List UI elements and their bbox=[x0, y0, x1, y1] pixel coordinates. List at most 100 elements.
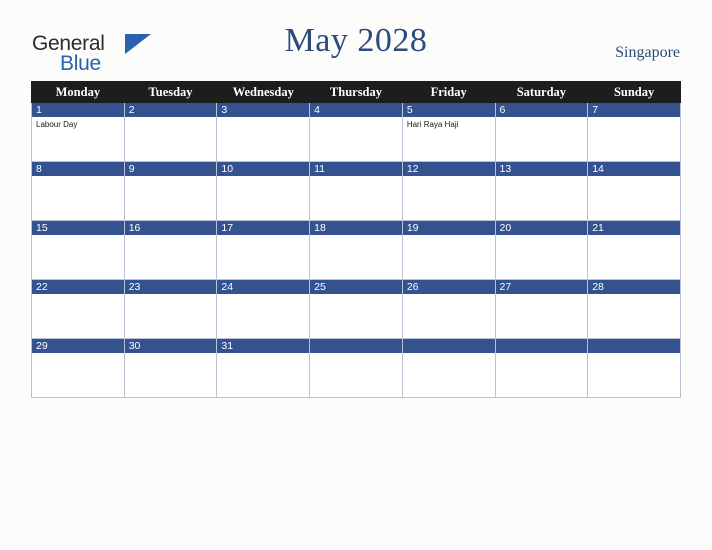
calendar-day-cell[interactable]: 1 Labour Day bbox=[31, 102, 125, 162]
day-event bbox=[310, 294, 402, 297]
day-number: 22 bbox=[32, 280, 124, 294]
weekday-header-saturday: Saturday bbox=[494, 81, 589, 103]
day-event bbox=[217, 117, 309, 120]
day-event bbox=[217, 294, 309, 297]
day-number: 3 bbox=[217, 103, 310, 117]
day-number: 24 bbox=[217, 280, 310, 294]
calendar-day-cell[interactable]: 16 bbox=[123, 220, 218, 280]
day-event bbox=[403, 176, 495, 179]
day-number: 4 bbox=[310, 103, 402, 117]
calendar-day-cell[interactable]: 8 bbox=[31, 161, 125, 221]
day-number: 11 bbox=[310, 162, 402, 176]
day-event bbox=[310, 117, 402, 120]
day-number bbox=[588, 339, 680, 353]
calendar-page: General Blue May 2028 Singapore Monday T… bbox=[0, 0, 712, 550]
calendar-day-cell[interactable]: 24 bbox=[216, 279, 311, 339]
calendar-table: Monday Tuesday Wednesday Thursday Friday… bbox=[31, 81, 681, 398]
calendar-day-cell[interactable]: 19 bbox=[401, 220, 496, 280]
day-number: 1 bbox=[32, 103, 124, 117]
calendar-day-cell[interactable]: 6 bbox=[494, 102, 589, 162]
day-event bbox=[32, 294, 124, 297]
day-event bbox=[403, 353, 495, 356]
country-label: Singapore bbox=[615, 44, 680, 61]
day-number: 21 bbox=[588, 221, 680, 235]
calendar-day-cell[interactable]: 30 bbox=[123, 338, 218, 398]
calendar-day-cell[interactable]: 4 bbox=[309, 102, 403, 162]
day-number: 19 bbox=[402, 221, 495, 235]
day-event bbox=[496, 294, 588, 297]
day-number: 18 bbox=[310, 221, 402, 235]
day-number: 16 bbox=[124, 221, 217, 235]
day-event bbox=[217, 235, 309, 238]
day-event bbox=[588, 353, 680, 356]
calendar-week-row: 8 9 10 11 12 13 14 bbox=[31, 161, 681, 221]
calendar-day-cell[interactable]: 9 bbox=[123, 161, 218, 221]
calendar-week-row: 15 16 17 18 19 20 21 bbox=[31, 220, 681, 280]
calendar-day-cell[interactable]: 10 bbox=[216, 161, 311, 221]
day-event bbox=[496, 235, 588, 238]
calendar-day-cell[interactable] bbox=[401, 338, 496, 398]
calendar-day-cell[interactable]: 12 bbox=[401, 161, 496, 221]
calendar-day-cell[interactable]: 29 bbox=[31, 338, 125, 398]
calendar-day-cell[interactable]: 7 bbox=[587, 102, 681, 162]
day-event bbox=[32, 176, 124, 179]
day-number: 2 bbox=[124, 103, 217, 117]
calendar-day-cell[interactable]: 25 bbox=[309, 279, 403, 339]
day-number: 8 bbox=[32, 162, 124, 176]
calendar-day-cell[interactable] bbox=[494, 338, 589, 398]
calendar-day-cell[interactable]: 13 bbox=[494, 161, 589, 221]
day-number: 28 bbox=[588, 280, 680, 294]
calendar-day-cell[interactable]: 17 bbox=[216, 220, 311, 280]
day-number: 5 bbox=[402, 103, 495, 117]
calendar-day-cell[interactable]: 18 bbox=[309, 220, 403, 280]
calendar-day-cell[interactable]: 3 bbox=[216, 102, 311, 162]
day-event bbox=[403, 235, 495, 238]
calendar-day-cell[interactable]: 14 bbox=[587, 161, 681, 221]
day-number: 12 bbox=[402, 162, 495, 176]
calendar-day-cell[interactable]: 15 bbox=[31, 220, 125, 280]
day-number: 14 bbox=[588, 162, 680, 176]
calendar-week-row: 29 30 31 bbox=[31, 338, 681, 398]
calendar-day-cell[interactable]: 28 bbox=[587, 279, 681, 339]
weekday-header-friday: Friday bbox=[401, 81, 496, 103]
calendar-day-cell[interactable]: 26 bbox=[401, 279, 496, 339]
day-event bbox=[588, 235, 680, 238]
calendar-day-cell[interactable]: 31 bbox=[216, 338, 311, 398]
calendar-day-cell[interactable] bbox=[309, 338, 403, 398]
day-number: 23 bbox=[124, 280, 217, 294]
day-event bbox=[125, 353, 217, 356]
day-event bbox=[217, 353, 309, 356]
day-number: 30 bbox=[124, 339, 217, 353]
day-number bbox=[402, 339, 495, 353]
day-number: 13 bbox=[495, 162, 588, 176]
calendar-day-cell[interactable]: 20 bbox=[494, 220, 589, 280]
day-number: 29 bbox=[32, 339, 124, 353]
day-event bbox=[403, 294, 495, 297]
calendar-day-cell[interactable]: 22 bbox=[31, 279, 125, 339]
page-title: May 2028 bbox=[284, 22, 428, 59]
day-event: Labour Day bbox=[36, 120, 78, 129]
day-number: 17 bbox=[217, 221, 310, 235]
day-event bbox=[496, 117, 588, 120]
page-header: General Blue May 2028 Singapore bbox=[0, 0, 712, 80]
weekday-header-monday: Monday bbox=[31, 81, 125, 103]
calendar-day-cell[interactable]: 23 bbox=[123, 279, 218, 339]
day-number: 20 bbox=[495, 221, 588, 235]
day-number: 9 bbox=[124, 162, 217, 176]
day-number: 10 bbox=[217, 162, 310, 176]
day-event: Hari Raya Haji bbox=[406, 120, 459, 129]
day-number bbox=[495, 339, 588, 353]
calendar-day-cell[interactable]: 21 bbox=[587, 220, 681, 280]
day-event bbox=[125, 294, 217, 297]
calendar-week-row: 22 23 24 25 26 27 28 bbox=[31, 279, 681, 339]
day-event bbox=[217, 176, 309, 179]
day-number: 15 bbox=[32, 221, 124, 235]
day-event bbox=[496, 353, 588, 356]
calendar-day-cell[interactable]: 5 Hari Raya Haji bbox=[401, 102, 496, 162]
calendar-day-cell[interactable]: 11 bbox=[309, 161, 403, 221]
day-event bbox=[32, 353, 124, 356]
day-event bbox=[310, 235, 402, 238]
calendar-day-cell[interactable]: 27 bbox=[494, 279, 589, 339]
calendar-day-cell[interactable]: 2 bbox=[123, 102, 218, 162]
calendar-day-cell[interactable] bbox=[587, 338, 681, 398]
